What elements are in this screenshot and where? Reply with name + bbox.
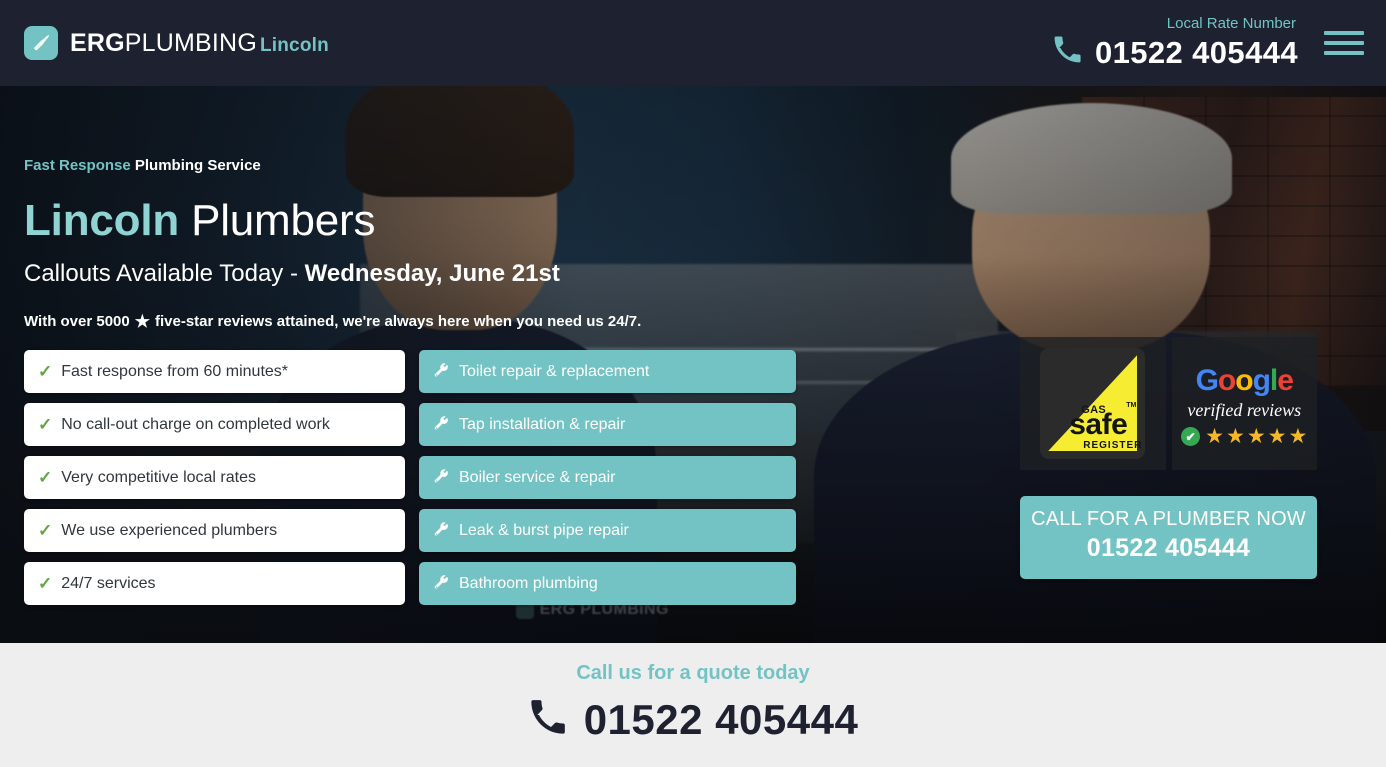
google-letter-o2: o [1235, 364, 1253, 397]
header-contact: Local Rate Number 01522 405444 [1052, 14, 1298, 71]
footer-quote-label: Call us for a quote today [576, 662, 810, 684]
wrench-icon [433, 469, 450, 486]
service-item[interactable]: Tap installation & repair [419, 403, 796, 447]
check-icon: ✓ [38, 521, 53, 541]
benefits-list: ✓ Fast response from 60 minutes* ✓ No ca… [24, 350, 405, 606]
benefit-label: No call-out charge on completed work [61, 415, 330, 433]
service-item[interactable]: Toilet repair & replacement [419, 350, 796, 394]
google-reviews-badge: Google verified reviews ✔ ★ ★ ★ ★ ★ [1171, 337, 1317, 470]
header-phone-number[interactable]: 01522 405444 [1095, 37, 1298, 68]
wrench-icon [433, 522, 450, 539]
gas-safe-logo: GAS TM safe REGISTER [1040, 348, 1146, 459]
benefit-label: Fast response from 60 minutes* [61, 362, 289, 380]
page-title: Lincoln Plumbers [24, 199, 1386, 243]
benefit-label: We use experienced plumbers [61, 521, 278, 539]
hero-subtitle: Callouts Available Today - Wednesday, Ju… [24, 260, 1386, 287]
site-header: ERGPLUMBING Lincoln Local Rate Number 015… [0, 0, 1386, 86]
google-letter-g: G [1195, 364, 1219, 397]
hero-eyebrow-plain: Plumbing Service [134, 157, 261, 174]
hero-note-prefix: With over 5000 [24, 313, 130, 331]
hamburger-bar-1 [1324, 31, 1364, 35]
google-letter-g2: g [1252, 364, 1271, 397]
hero-eyebrow: Fast Response Plumbing Service [24, 158, 1386, 173]
service-item[interactable]: Leak & burst pipe repair [419, 509, 796, 553]
verified-check-icon: ✔ [1181, 427, 1201, 446]
google-letter-e: e [1277, 364, 1294, 397]
service-label: Tap installation & repair [459, 415, 626, 433]
hero-section: ERG PLUMBING Fast Response Plumbing Serv… [0, 86, 1386, 643]
check-icon: ✓ [38, 468, 53, 488]
wrench-icon [433, 363, 450, 380]
hamburger-bar-3 [1324, 51, 1364, 55]
check-icon: ✓ [38, 362, 53, 382]
benefit-item[interactable]: ✓ No call-out charge on completed work [24, 403, 405, 447]
page-title-city: Lincoln [24, 196, 180, 245]
hamburger-bar-2 [1324, 41, 1364, 45]
hero-right-rail: GAS TM safe REGISTER Google verified rev… [1020, 337, 1317, 579]
google-wordmark: Google [1181, 366, 1307, 396]
gas-safe-badge: GAS TM safe REGISTER [1020, 337, 1166, 470]
service-label: Leak & burst pipe repair [459, 521, 629, 539]
hero-reviews-note: With over 5000 ★ five-star reviews attai… [24, 313, 1386, 330]
star-icon: ★ [1246, 425, 1266, 448]
service-item[interactable]: Boiler service & repair [419, 456, 796, 500]
plunger-icon [24, 26, 58, 60]
footer-call-bar: Call us for a quote today 01522 405444 [0, 643, 1386, 767]
service-label: Toilet repair & replacement [459, 362, 650, 380]
gas-safe-safe-text: safe [1069, 408, 1128, 441]
brand-wordmark: ERGPLUMBING Lincoln [70, 28, 329, 57]
star-icon: ★ [134, 312, 150, 332]
hero-subtitle-prefix: Callouts Available Today - [24, 260, 305, 287]
check-icon: ✓ [38, 574, 53, 594]
local-rate-label: Local Rate Number [1166, 14, 1296, 32]
gas-safe-tm: TM [1126, 402, 1137, 409]
google-reviews-content: Google verified reviews ✔ ★ ★ ★ ★ ★ [1181, 360, 1307, 447]
benefit-item[interactable]: ✓ We use experienced plumbers [24, 509, 405, 553]
benefit-label: Very competitive local rates [61, 468, 256, 486]
google-letter-o1: o [1217, 364, 1236, 397]
header-phone-link[interactable]: 01522 405444 [1052, 34, 1298, 70]
call-now-cta-button[interactable]: CALL FOR A PLUMBER NOW 01522 405444 [1020, 496, 1317, 579]
service-label: Bathroom plumbing [459, 574, 598, 592]
google-star-rating: ✔ ★ ★ ★ ★ ★ [1181, 426, 1307, 447]
phone-icon [528, 697, 568, 742]
trust-badges: GAS TM safe REGISTER Google verified rev… [1020, 337, 1317, 470]
hero-eyebrow-accent: Fast Response [24, 157, 131, 174]
star-icon: ★ [1226, 425, 1245, 448]
page-title-rest: Plumbers [191, 196, 376, 245]
star-icon: ★ [1205, 425, 1224, 448]
wrench-icon [433, 416, 450, 433]
gas-safe-register-text: REGISTER [1083, 440, 1143, 451]
google-verified-text: verified reviews [1187, 400, 1302, 420]
star-icon: ★ [1288, 425, 1308, 448]
brand-city: Lincoln [259, 34, 329, 56]
star-icon: ★ [1267, 425, 1287, 448]
check-icon: ✓ [38, 415, 53, 435]
hero-note-suffix: five-star reviews attained, we're always… [155, 313, 642, 331]
benefit-item[interactable]: ✓ Very competitive local rates [24, 456, 405, 500]
service-label: Boiler service & repair [459, 468, 616, 486]
brand-erg: ERG [70, 28, 125, 57]
brand-logo[interactable]: ERGPLUMBING Lincoln [24, 26, 329, 60]
footer-phone-link[interactable]: 01522 405444 [0, 697, 1386, 742]
wrench-icon [433, 575, 450, 592]
service-item[interactable]: Bathroom plumbing [419, 562, 796, 606]
footer-phone-number[interactable]: 01522 405444 [584, 698, 859, 741]
cta-headline: CALL FOR A PLUMBER NOW [1031, 508, 1306, 530]
benefit-item[interactable]: ✓ Fast response from 60 minutes* [24, 350, 405, 394]
services-list: Toilet repair & replacement Tap installa… [419, 350, 796, 606]
phone-icon [1052, 34, 1083, 70]
benefit-item[interactable]: ✓ 24/7 services [24, 562, 405, 606]
cta-phone-number: 01522 405444 [1086, 534, 1251, 562]
hamburger-menu-icon[interactable] [1324, 29, 1364, 57]
benefit-label: 24/7 services [61, 574, 156, 592]
brand-plumbing: PLUMBING [124, 28, 257, 57]
header-right-group: Local Rate Number 01522 405444 [1052, 14, 1364, 71]
hero-subtitle-date: Wednesday, June 21st [304, 260, 560, 287]
